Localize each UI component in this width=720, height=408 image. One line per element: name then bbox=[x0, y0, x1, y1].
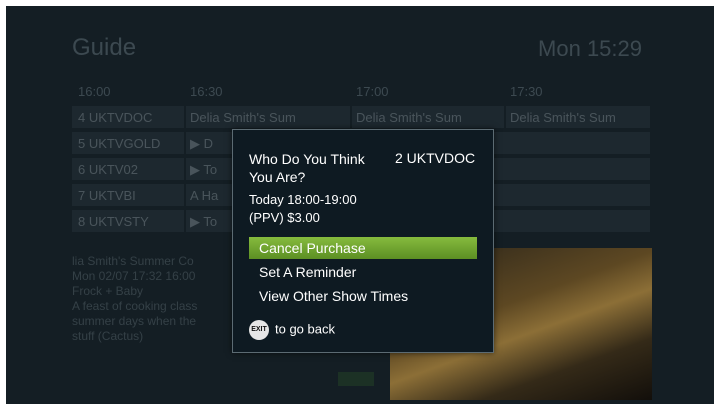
purchase-dialog: Who Do You Think You Are? 2 UKTVDOC Toda… bbox=[232, 129, 494, 353]
timeline-slot: 16:00 bbox=[78, 84, 111, 99]
cell-divider bbox=[350, 106, 352, 128]
option-label: Cancel Purchase bbox=[259, 240, 366, 256]
set-reminder-option[interactable]: Set A Reminder bbox=[249, 261, 477, 283]
cell-divider bbox=[184, 106, 186, 128]
view-show-times-option[interactable]: View Other Show Times bbox=[249, 285, 477, 307]
channel-name: 8 UKTVSTY bbox=[78, 214, 149, 229]
back-hint-text: to go back bbox=[275, 321, 335, 337]
program-cell[interactable]: Delia Smith's Sum bbox=[190, 110, 296, 125]
program-cell[interactable]: ▶ To bbox=[190, 214, 217, 230]
cell-divider bbox=[184, 132, 186, 154]
channel-name: 4 UKTVDOC bbox=[78, 110, 153, 125]
dialog-program-title: Who Do You Think You Are? bbox=[249, 151, 365, 185]
tv-screen: Guide Mon 15:29 16:00 16:30 17:00 17:30 … bbox=[6, 6, 714, 404]
guide-title: Guide bbox=[72, 34, 137, 61]
program-cell[interactable]: A Ha bbox=[190, 188, 218, 203]
status-tag bbox=[338, 372, 374, 386]
option-label: View Other Show Times bbox=[259, 288, 409, 304]
timeline-slot: 17:00 bbox=[356, 84, 389, 99]
dialog-price: (PPV) $3.00 bbox=[249, 210, 320, 225]
dialog-channel: 2 UKTVDOC bbox=[395, 150, 476, 166]
channel-name: 5 UKTVGOLD bbox=[78, 136, 161, 151]
timeline-slot: 17:30 bbox=[510, 84, 543, 99]
program-cell[interactable]: Delia Smith's Sum bbox=[356, 110, 462, 125]
program-cell[interactable]: ▶ D bbox=[190, 136, 213, 152]
program-cell[interactable]: ▶ To bbox=[190, 162, 217, 178]
dialog-time: Today 18:00-19:00 bbox=[249, 192, 357, 207]
program-cell[interactable]: Delia Smith's Sum bbox=[510, 110, 616, 125]
cell-divider bbox=[184, 184, 186, 206]
guide-datetime: Mon 15:29 bbox=[538, 36, 642, 61]
timeline: 16:00 16:30 17:00 17:30 bbox=[72, 82, 650, 102]
back-hint: EXIT to go back bbox=[249, 320, 335, 340]
timeline-slot: 16:30 bbox=[190, 84, 223, 99]
cancel-purchase-option[interactable]: Cancel Purchase bbox=[249, 237, 477, 259]
channel-name: 7 UKTVBI bbox=[78, 188, 136, 203]
cell-divider bbox=[184, 158, 186, 180]
channel-name: 6 UKTV02 bbox=[78, 162, 138, 177]
channel-row[interactable]: 4 UKTVDOC Delia Smith's Sum Delia Smith'… bbox=[72, 106, 650, 128]
cell-divider bbox=[504, 106, 506, 128]
exit-button-icon: EXIT bbox=[249, 320, 269, 340]
cell-divider bbox=[184, 210, 186, 232]
option-label: Set A Reminder bbox=[259, 264, 357, 280]
